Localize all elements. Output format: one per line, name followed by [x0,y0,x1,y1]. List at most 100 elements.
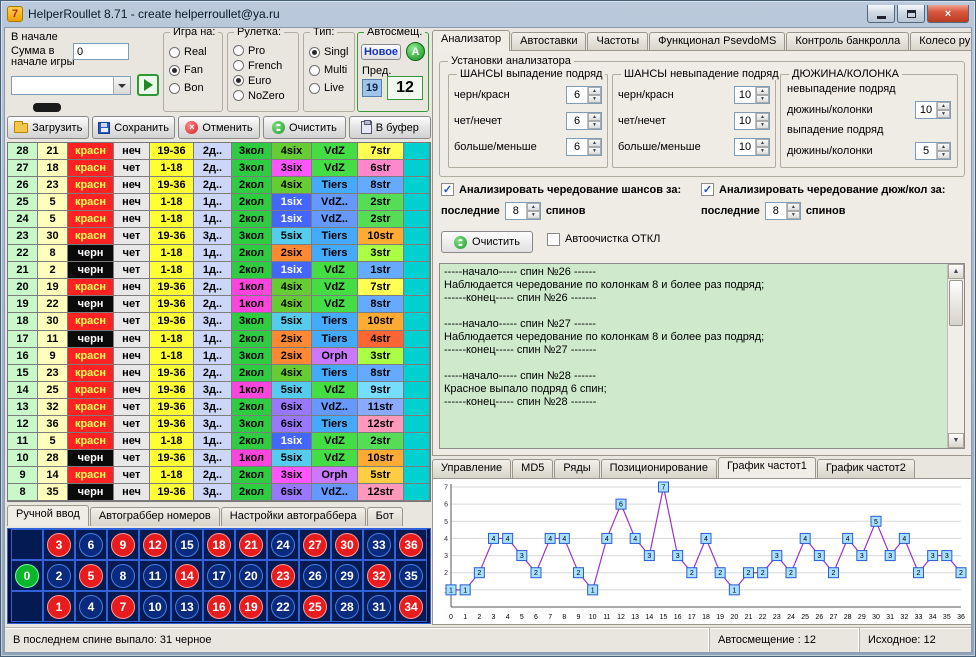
dozen-column-spinner[interactable]: 10▲▼ [915,101,951,119]
table-row[interactable]: 212чернчет1-181д..2кол1sixVdZ1str [8,262,430,279]
spin-up-icon[interactable]: ▲ [756,113,769,121]
analyze-chances-spins-spinner[interactable]: 8▲▼ [505,202,541,220]
board-number-6[interactable]: 6 [75,529,107,560]
chances-hit-spinner[interactable]: 6▲▼ [566,138,602,156]
table-row[interactable]: 2623красннеч19-362д..2кол4sixTiers8str [8,177,430,194]
toolbar-button-Загрузить[interactable]: Загрузить [7,116,89,139]
board-number-8[interactable]: 8 [107,560,139,591]
spin-down-icon[interactable]: ▼ [527,211,540,219]
board-number-32[interactable]: 32 [363,560,395,591]
board-number-5[interactable]: 5 [75,560,107,591]
chart-tab-6[interactable]: График частот2 [817,459,915,478]
table-row[interactable]: 1711черннеч1-181д..2кол2sixTiers4str [8,331,430,348]
toolbar-button-Сохранить[interactable]: Сохранить [92,116,174,139]
maximize-button[interactable] [897,5,925,23]
board-number-36[interactable]: 36 [395,529,427,560]
radio-game-Bon[interactable]: Bon [169,79,220,97]
spin-up-icon[interactable]: ▲ [756,139,769,147]
chances-hit-spinner[interactable]: 6▲▼ [566,86,602,104]
board-number-4[interactable]: 4 [75,591,107,622]
table-row[interactable]: 1028чернчет19-363д..1кол5sixVdZ10str [8,450,430,467]
board-number-25[interactable]: 25 [299,591,331,622]
board-number-29[interactable]: 29 [331,560,363,591]
chart-tab-1[interactable]: Управление [432,459,511,478]
minimize-button[interactable] [867,5,895,23]
board-number-13[interactable]: 13 [171,591,203,622]
board-number-21[interactable]: 21 [235,529,267,560]
right-tab-4[interactable]: Функционал PsevdoMS [649,32,785,51]
autoclean-checkbox[interactable] [547,233,560,246]
radio-mode-Singl[interactable]: Singl [309,43,352,61]
left-tab-2[interactable]: Автограббер номеров [90,507,220,526]
table-row[interactable]: 1523красннеч19-362д..2кол4sixTiers8str [8,365,430,382]
spin-up-icon[interactable]: ▲ [787,203,800,211]
spin-up-icon[interactable]: ▲ [588,87,601,95]
spin-down-icon[interactable]: ▼ [756,95,769,103]
spins-table[interactable]: 2821красннеч19-362д..3кол4sixVdZ7str2718… [7,142,431,502]
radio-mode-Multi[interactable]: Multi [309,61,352,79]
board-number-23[interactable]: 23 [267,560,299,591]
board-number-7[interactable]: 7 [107,591,139,622]
board-number-30[interactable]: 30 [331,529,363,560]
history-combobox[interactable] [11,76,131,95]
dozen-column-spinner[interactable]: 5▲▼ [915,142,951,160]
table-row[interactable]: 245красннеч1-181д..2кол1sixVdZ..2str [8,211,430,228]
right-tab-2[interactable]: Автоставки [511,32,586,51]
board-number-26[interactable]: 26 [299,560,331,591]
radio-roulette-Euro[interactable]: Euro [233,73,296,88]
spin-down-icon[interactable]: ▼ [937,151,950,159]
right-tab-1[interactable]: Анализатор [432,30,510,51]
start-sum-input[interactable] [73,43,129,60]
board-number-28[interactable]: 28 [331,591,363,622]
radio-game-Fan[interactable]: Fan [169,61,220,79]
radio-mode-Live[interactable]: Live [309,79,352,97]
combobox-dropdown-button[interactable] [113,77,130,94]
radio-game-Real[interactable]: Real [169,43,220,61]
toolbar-button-Очистить[interactable]: Очистить [263,116,345,139]
log-scrollbar[interactable]: ▲ ▼ [947,264,964,448]
board-number-1[interactable]: 1 [43,591,75,622]
table-row[interactable]: 2718краснчет1-182д..3кол3sixVdZ6str [8,160,430,177]
table-row[interactable]: 1922чернчет19-362д..1кол4sixVdZ8str [8,296,430,313]
board-number-12[interactable]: 12 [139,529,171,560]
table-row[interactable]: 1332краснчет19-363д..2кол6sixVdZ..11str [8,399,430,416]
spin-down-icon[interactable]: ▼ [937,110,950,118]
table-row[interactable]: 1425красннеч19-363д..1кол5sixVdZ9str [8,382,430,399]
toolbar-button-Отменить[interactable]: Отменить [178,116,260,139]
right-tab-5[interactable]: Контроль банкролла [786,32,909,51]
board-number-27[interactable]: 27 [299,529,331,560]
spin-up-icon[interactable]: ▲ [937,143,950,151]
analyze-chances-checkbox[interactable] [441,183,454,196]
spin-down-icon[interactable]: ▼ [588,95,601,103]
table-row[interactable]: 2330краснчет19-363д..3кол5sixTiers10str [8,228,430,245]
spin-down-icon[interactable]: ▼ [588,121,601,129]
radio-roulette-French[interactable]: French [233,58,296,73]
right-tab-6[interactable]: Колесо ру [910,32,972,51]
table-row[interactable]: 2019красннеч19-362д..1кол4sixVdZ7str [8,279,430,296]
spin-up-icon[interactable]: ▲ [527,203,540,211]
table-row[interactable]: 255красннеч1-181д..2кол1sixVdZ..2str [8,194,430,211]
analyzer-clear-button[interactable]: Очистить [441,231,533,253]
chances-miss-spinner[interactable]: 10▲▼ [734,138,770,156]
close-button[interactable]: × [927,5,969,23]
board-number-9[interactable]: 9 [107,529,139,560]
board-number-34[interactable]: 34 [395,591,427,622]
spin-up-icon[interactable]: ▲ [756,87,769,95]
toolbar-button-В буфер[interactable]: В буфер [349,116,431,139]
board-number-24[interactable]: 24 [267,529,299,560]
board-number-20[interactable]: 20 [235,560,267,591]
board-number-31[interactable]: 31 [363,591,395,622]
board-number-2[interactable]: 2 [43,560,75,591]
autoclean-toggle[interactable]: Автоочистка ОТКЛ [547,233,660,246]
dash-button[interactable] [33,103,61,112]
spin-down-icon[interactable]: ▼ [787,211,800,219]
chart-tab-3[interactable]: Ряды [554,459,599,478]
left-tab-4[interactable]: Бот [367,507,403,526]
chart-tab-4[interactable]: Позиционирование [601,459,717,478]
radio-roulette-Pro[interactable]: Pro [233,43,296,58]
board-number-0[interactable]: 0 [11,560,43,591]
new-button[interactable]: Новое [361,44,401,60]
right-tab-3[interactable]: Частоты [587,32,648,51]
table-row[interactable]: 115красннеч1-181д..2кол1sixVdZ2str [8,433,430,450]
board-number-14[interactable]: 14 [171,560,203,591]
